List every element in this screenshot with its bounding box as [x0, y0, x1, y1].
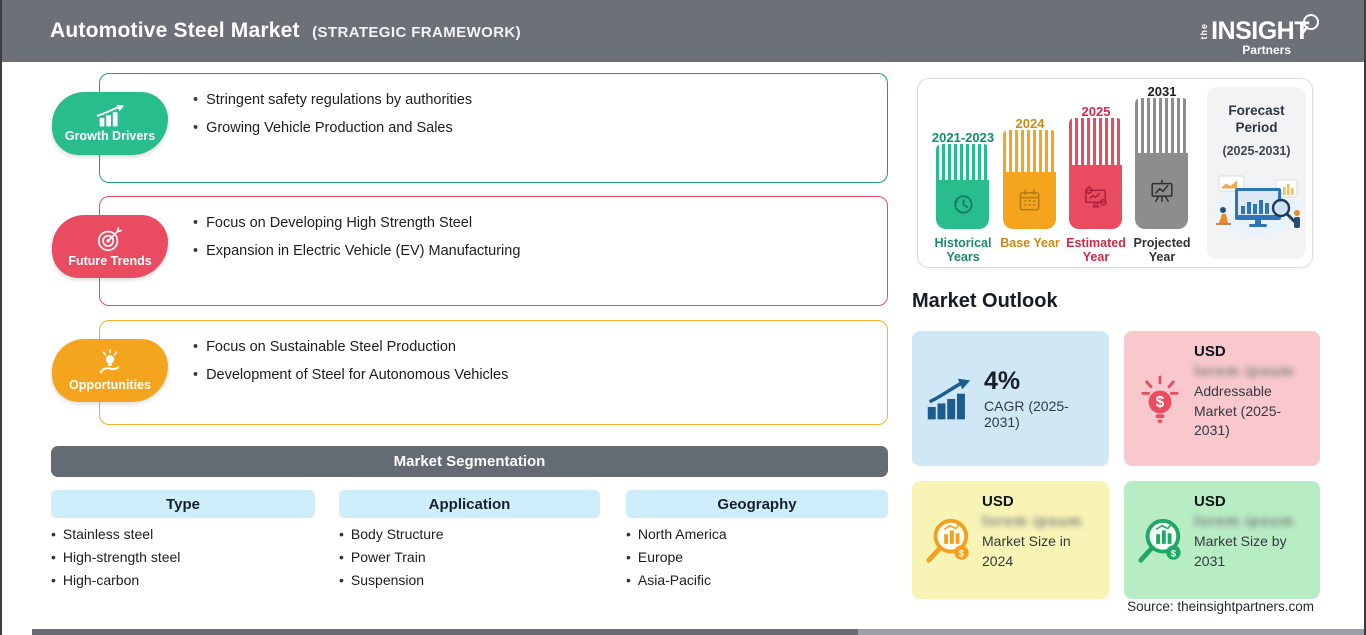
- historical-years-bar: [936, 144, 989, 229]
- svg-text:$: $: [1171, 548, 1177, 559]
- growth-bars-arrow-icon: [927, 378, 971, 419]
- list-item: Suspension: [339, 572, 444, 588]
- card-text-group: USD lorem ipsum Market Size by 2031: [1194, 493, 1306, 589]
- base-year-bar: [1003, 130, 1056, 229]
- source-attribution: Source: theinsightpartners.com: [1127, 599, 1314, 614]
- magnifier-chart-dollar-icon: $: [926, 518, 969, 563]
- cagr-value: 4%: [984, 367, 1021, 395]
- forecast-period-panel: Forecast Period (2025-2031): [1207, 87, 1306, 259]
- opportunities-list: Focus on Sustainable Steel Production De…: [193, 339, 508, 395]
- segmentation-title: Market Segmentation: [393, 453, 546, 470]
- type-list: Stainless steel High-strength steel High…: [51, 526, 181, 595]
- list-item: Growing Vehicle Production and Sales: [193, 120, 472, 136]
- year-label: 2031: [1147, 84, 1177, 99]
- page-title-group: Automotive Steel Market (STRATEGIC FRAME…: [50, 19, 521, 43]
- cagr-card: 4% CAGR (2025-2031): [912, 331, 1109, 466]
- column-header: Application: [428, 495, 511, 513]
- badge-label: Opportunities: [69, 378, 151, 392]
- list-item: Power Train: [339, 549, 444, 565]
- list-item: Body Structure: [339, 526, 444, 542]
- list-item: Focus on Developing High Strength Steel: [193, 215, 520, 231]
- opportunities-box: Focus on Sustainable Steel Production De…: [99, 320, 888, 425]
- svg-text:$: $: [1156, 394, 1165, 411]
- forecast-title: Forecast Period: [1228, 103, 1285, 135]
- card-label: Market Size by 2031: [1194, 533, 1287, 569]
- logo-name-text: INSIGHT: [1211, 16, 1309, 45]
- growth-drivers-box: Stringent safety regulations by authorit…: [99, 73, 888, 183]
- future-trends-box: Focus on Developing High Strength Steel …: [99, 196, 888, 306]
- addressable-market-card: $ USD lorem ipsum Addressable Market (20…: [1124, 331, 1320, 466]
- calendar-icon: [1019, 189, 1040, 211]
- blurred-value: lorem ipsum: [982, 513, 1083, 530]
- badge-label: Growth Drivers: [64, 129, 156, 143]
- badge-label: Future Trends: [68, 254, 152, 268]
- segment-column-type: Type: [51, 490, 315, 518]
- market-outlook-title: Market Outlook: [912, 290, 1058, 312]
- currency-label: USD: [1194, 493, 1226, 510]
- bar-chart-arrow-icon: [96, 104, 125, 127]
- growth-drivers-badge: Growth Drivers: [52, 92, 168, 155]
- growth-drivers-list: Stringent safety regulations by authorit…: [193, 92, 472, 148]
- list-item: Focus on Sustainable Steel Production: [193, 339, 508, 355]
- list-item: High-strength steel: [51, 549, 181, 565]
- column-header: Geography: [717, 495, 797, 513]
- year-label: 2025: [1081, 104, 1111, 119]
- cagr-label: CAGR (2025-2031): [984, 398, 1069, 430]
- list-item: Asia-Pacific: [626, 572, 727, 588]
- footer-strip: [32, 629, 1364, 635]
- card-text-group: USD lorem ipsum Market Size in 2024: [982, 493, 1094, 589]
- card-label: Market Size in 2024: [982, 533, 1071, 569]
- magnifier-chart-dollar-icon: $: [1138, 518, 1181, 563]
- application-list: Body Structure Power Train Suspension: [339, 526, 444, 595]
- market-timeline-card: 2021-2023 2024 2025 2031 Historical Year…: [917, 78, 1313, 268]
- list-item: Development of Steel for Autonomous Vehi…: [193, 367, 508, 383]
- bulb-hand-icon: [99, 349, 120, 374]
- projected-year-bar: [1135, 98, 1188, 229]
- opportunities-badge: Opportunities: [52, 339, 168, 402]
- future-trends-list: Focus on Developing High Strength Steel …: [193, 215, 520, 271]
- market-size-2031-card: $ USD lorem ipsum Market Size by 2031: [1124, 481, 1320, 599]
- header-bar: Automotive Steel Market (STRATEGIC FRAME…: [2, 0, 1364, 62]
- cagr-text-group: 4% CAGR (2025-2031): [984, 367, 1095, 430]
- market-size-2024-card: $ USD lorem ipsum Market Size in 2024: [912, 481, 1109, 599]
- presentation-chart-icon: [1150, 179, 1173, 202]
- segment-column-geography: Geography: [626, 490, 888, 518]
- list-item: High-carbon: [51, 572, 180, 588]
- analytics-illustration: [1213, 175, 1300, 235]
- blurred-value: lorem ipsum: [1194, 363, 1295, 380]
- bulb-dollar-icon: $: [1141, 375, 1179, 423]
- currency-label: USD: [1194, 343, 1226, 360]
- computer-gear-icon: [1085, 185, 1107, 208]
- magnifier-icon: [1300, 13, 1319, 35]
- logo-the-text: The: [1199, 22, 1210, 40]
- list-item: North America: [626, 526, 727, 542]
- svg-text:$: $: [959, 548, 965, 559]
- market-segmentation-header: Market Segmentation: [51, 446, 888, 477]
- page-title: Automotive Steel Market: [50, 19, 300, 42]
- future-trends-badge: Future Trends: [52, 215, 168, 278]
- forecast-range: (2025-2031): [1222, 143, 1291, 158]
- target-dart-icon: [97, 226, 123, 252]
- strategic-framework-slide: Automotive Steel Market (STRATEGIC FRAME…: [0, 0, 1366, 635]
- bar-label: Projected Year: [1133, 236, 1191, 265]
- geography-list: North America Europe Asia-Pacific: [626, 526, 727, 595]
- year-label: 2021-2023: [931, 130, 995, 145]
- estimated-year-bar: [1069, 118, 1122, 229]
- list-item: Europe: [626, 549, 727, 565]
- list-item: Stainless steel: [51, 526, 180, 542]
- history-clock-icon: [954, 195, 973, 214]
- list-item: Stringent safety regulations by authorit…: [193, 92, 472, 108]
- page-subtitle: (STRATEGIC FRAMEWORK): [312, 24, 522, 41]
- card-label: Addressable Market (2025-2031): [1194, 383, 1282, 439]
- currency-label: USD: [982, 493, 1014, 510]
- logo-tagline-text: Partners: [1242, 42, 1291, 57]
- insight-partners-logo: The INSIGHT Partners: [1199, 13, 1319, 57]
- blurred-value: lorem ipsum: [1194, 513, 1295, 530]
- segment-column-application: Application: [339, 490, 600, 518]
- list-item: Expansion in Electric Vehicle (EV) Manuf…: [193, 243, 520, 259]
- card-text-group: USD lorem ipsum Addressable Market (2025…: [1194, 343, 1310, 456]
- column-header: Type: [166, 495, 200, 513]
